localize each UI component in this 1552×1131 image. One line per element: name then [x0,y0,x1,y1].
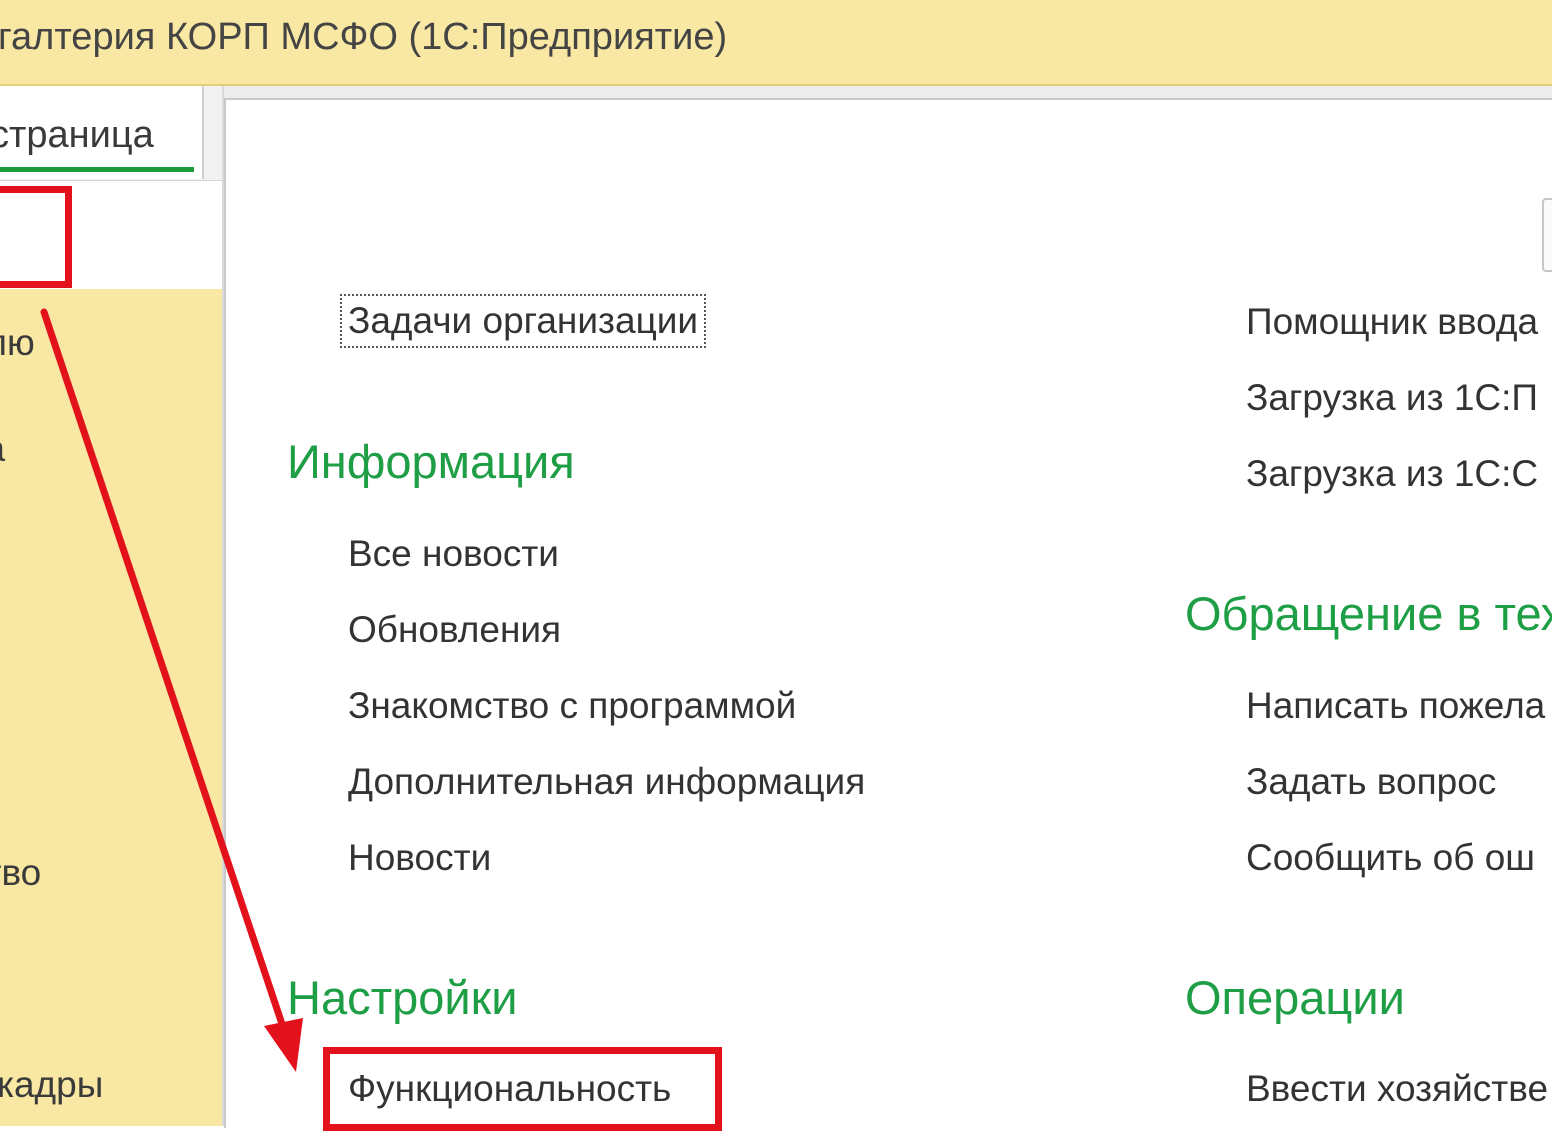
window-title: галтерия КОРП МСФО (1С:Предприятие) [0,16,728,58]
section-heading-support-request: Обращение в тех [1185,587,1552,640]
sections-sidebar: страница елю са ство и кадры [0,86,224,1126]
section-heading-operations: Операции [1185,971,1405,1024]
link-ask-question[interactable]: Задать вопрос [1246,761,1496,803]
panel-edge-button[interactable] [1542,198,1552,272]
tab-strip: страница [0,86,222,181]
sidebar-item-4[interactable]: и кадры [0,1064,103,1106]
sidebar-item-1[interactable]: елю [0,322,35,364]
section-heading-information: Информация [287,435,575,488]
link-functionality[interactable]: Функциональность [348,1068,671,1110]
sidebar-item-main-selected[interactable] [0,181,222,289]
link-additional-info[interactable]: Дополнительная информация [348,761,865,803]
active-tab-indicator [0,167,194,172]
link-program-intro[interactable]: Знакомство с программой [348,685,796,727]
window-titlebar: галтерия КОРП МСФО (1С:Предприятие) [0,0,1552,86]
sidebar-item-3[interactable]: ство [0,852,41,894]
link-updates[interactable]: Обновления [348,609,561,651]
link-import-1c-p[interactable]: Загрузка из 1С:П [1246,377,1538,419]
link-write-suggestion[interactable]: Написать пожела [1246,685,1545,727]
sidebar-item-2[interactable]: са [0,428,5,470]
section-heading-settings: Настройки [287,971,518,1024]
link-all-news[interactable]: Все новости [348,533,559,575]
link-import-1c-s[interactable]: Загрузка из 1С:С [1246,453,1538,495]
tab-home-page-label: страница [0,114,154,156]
link-enter-business-operation[interactable]: Ввести хозяйстве [1246,1068,1548,1110]
link-report-error[interactable]: Сообщить об ош [1246,837,1535,879]
link-organization-tasks[interactable]: Задачи организации [339,294,707,348]
link-news[interactable]: Новости [348,837,491,879]
link-input-assistant[interactable]: Помощник ввода [1246,301,1538,343]
tab-home-page[interactable]: страница [0,86,204,179]
